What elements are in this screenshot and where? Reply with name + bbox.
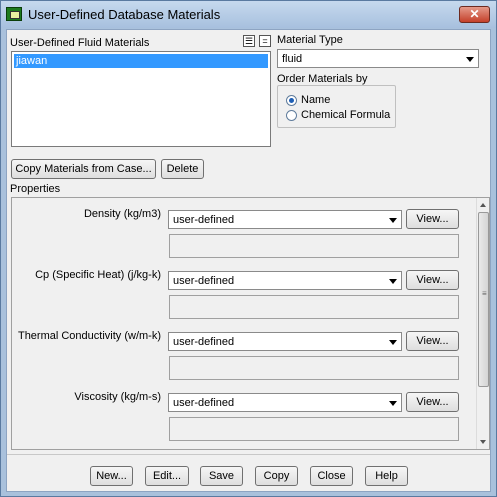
properties-scrollbar[interactable]: ≡	[476, 198, 489, 449]
density-label: Density (kg/m3)	[83, 208, 161, 220]
cp-value-field[interactable]	[169, 295, 459, 319]
order-by-group: Name Chemical Formula	[277, 85, 396, 128]
density-method-value: user-defined	[173, 214, 235, 226]
dialog-window: User-Defined Database Materials ✕ User-D…	[0, 0, 497, 497]
chevron-down-icon	[389, 401, 397, 406]
viscosity-label: Viscosity (kg/m-s)	[74, 391, 161, 403]
chevron-down-icon	[389, 279, 397, 284]
chevron-down-icon	[466, 57, 474, 62]
order-formula-radio[interactable]	[286, 110, 297, 121]
order-name-label[interactable]: Name	[301, 94, 330, 106]
thermal-conductivity-method-dropdown[interactable]: user-defined	[168, 332, 402, 351]
thermal-conductivity-value-field[interactable]	[169, 356, 459, 380]
scroll-down-icon[interactable]	[480, 440, 486, 444]
viscosity-view-button[interactable]: View...	[406, 392, 459, 412]
viscosity-method-dropdown[interactable]: user-defined	[168, 393, 402, 412]
scrollbar-thumb[interactable]: ≡	[478, 212, 489, 387]
thermal-conductivity-label: Thermal Conductivity (w/m-k)	[17, 330, 161, 342]
list-item[interactable]: jiawan	[14, 54, 268, 68]
grip-icon: ≡	[482, 289, 487, 298]
fluid-materials-list[interactable]: jiawan	[11, 51, 271, 147]
title-bar[interactable]: User-Defined Database Materials ✕	[1, 1, 496, 28]
delete-button[interactable]: Delete	[161, 159, 204, 179]
material-type-value: fluid	[282, 53, 303, 65]
deselect-all-icon[interactable]: =	[259, 35, 271, 47]
order-name-radio[interactable]	[286, 95, 297, 106]
new-button[interactable]: New...	[90, 466, 133, 486]
properties-label: Properties	[10, 183, 61, 195]
window-title: User-Defined Database Materials	[28, 7, 221, 22]
density-method-dropdown[interactable]: user-defined	[168, 210, 402, 229]
density-value-field[interactable]	[169, 234, 459, 258]
cp-method-value: user-defined	[173, 275, 235, 287]
cp-label: Cp (Specific Heat) (j/kg-k)	[35, 269, 161, 281]
save-button[interactable]: Save	[200, 466, 243, 486]
close-button[interactable]: Close	[310, 466, 353, 486]
app-icon	[6, 7, 22, 21]
viscosity-method-value: user-defined	[173, 397, 235, 409]
density-view-button[interactable]: View...	[406, 209, 459, 229]
chevron-down-icon	[389, 340, 397, 345]
cp-view-button[interactable]: View...	[406, 270, 459, 290]
window-close-button[interactable]: ✕	[459, 6, 490, 23]
viscosity-value-field[interactable]	[169, 417, 459, 441]
chevron-down-icon	[389, 218, 397, 223]
cp-method-dropdown[interactable]: user-defined	[168, 271, 402, 290]
select-all-icon[interactable]: ☰	[243, 35, 255, 47]
edit-button[interactable]: Edit...	[145, 466, 189, 486]
material-type-dropdown[interactable]: fluid	[277, 49, 479, 68]
properties-panel: Density (kg/m3) user-defined View... Cp …	[11, 197, 490, 450]
fluid-list-label: User-Defined Fluid Materials	[10, 37, 150, 49]
copy-from-case-button[interactable]: Copy Materials from Case...	[11, 159, 156, 179]
material-type-label: Material Type	[277, 34, 343, 46]
dialog-body: User-Defined Fluid Materials ☰ = jiawan …	[6, 29, 491, 492]
scroll-up-icon[interactable]	[480, 203, 486, 207]
footer-bar: New... Edit... Save Copy Close Help	[7, 454, 490, 492]
order-by-label: Order Materials by	[277, 73, 368, 85]
order-formula-label[interactable]: Chemical Formula	[301, 109, 390, 121]
thermal-conductivity-method-value: user-defined	[173, 336, 235, 348]
thermal-conductivity-view-button[interactable]: View...	[406, 331, 459, 351]
copy-button[interactable]: Copy	[255, 466, 298, 486]
help-button[interactable]: Help	[365, 466, 408, 486]
